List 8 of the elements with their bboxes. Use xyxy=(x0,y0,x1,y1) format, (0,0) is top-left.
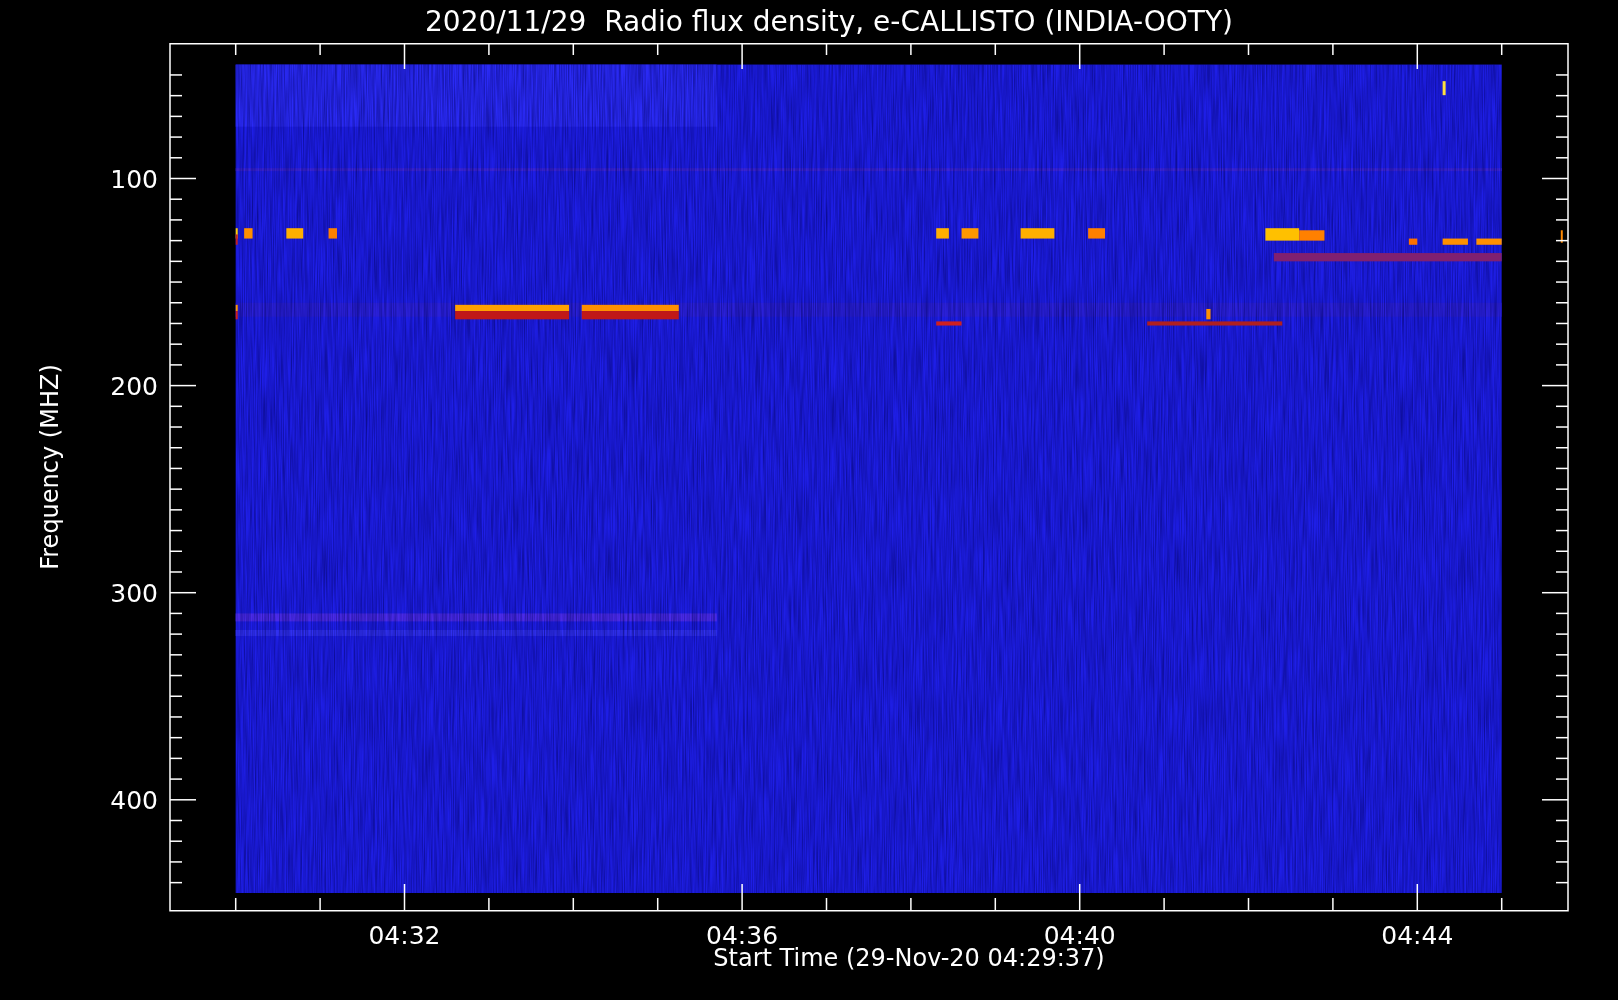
y-axis-label: Frequency (MHZ) xyxy=(36,363,64,570)
y-tick-label: 300 xyxy=(110,578,158,608)
x-tick-label: 04:44 xyxy=(1381,921,1454,950)
y-tick-label: 100 xyxy=(110,164,158,194)
x-tick-label: 04:32 xyxy=(368,921,441,950)
chart-title: 2020/11/29 Radio flux density, e-CALLISTO (INDIA-OOTY) xyxy=(425,5,1233,38)
y-tick-label: 400 xyxy=(110,785,158,815)
y-tick-label: 200 xyxy=(110,371,158,401)
